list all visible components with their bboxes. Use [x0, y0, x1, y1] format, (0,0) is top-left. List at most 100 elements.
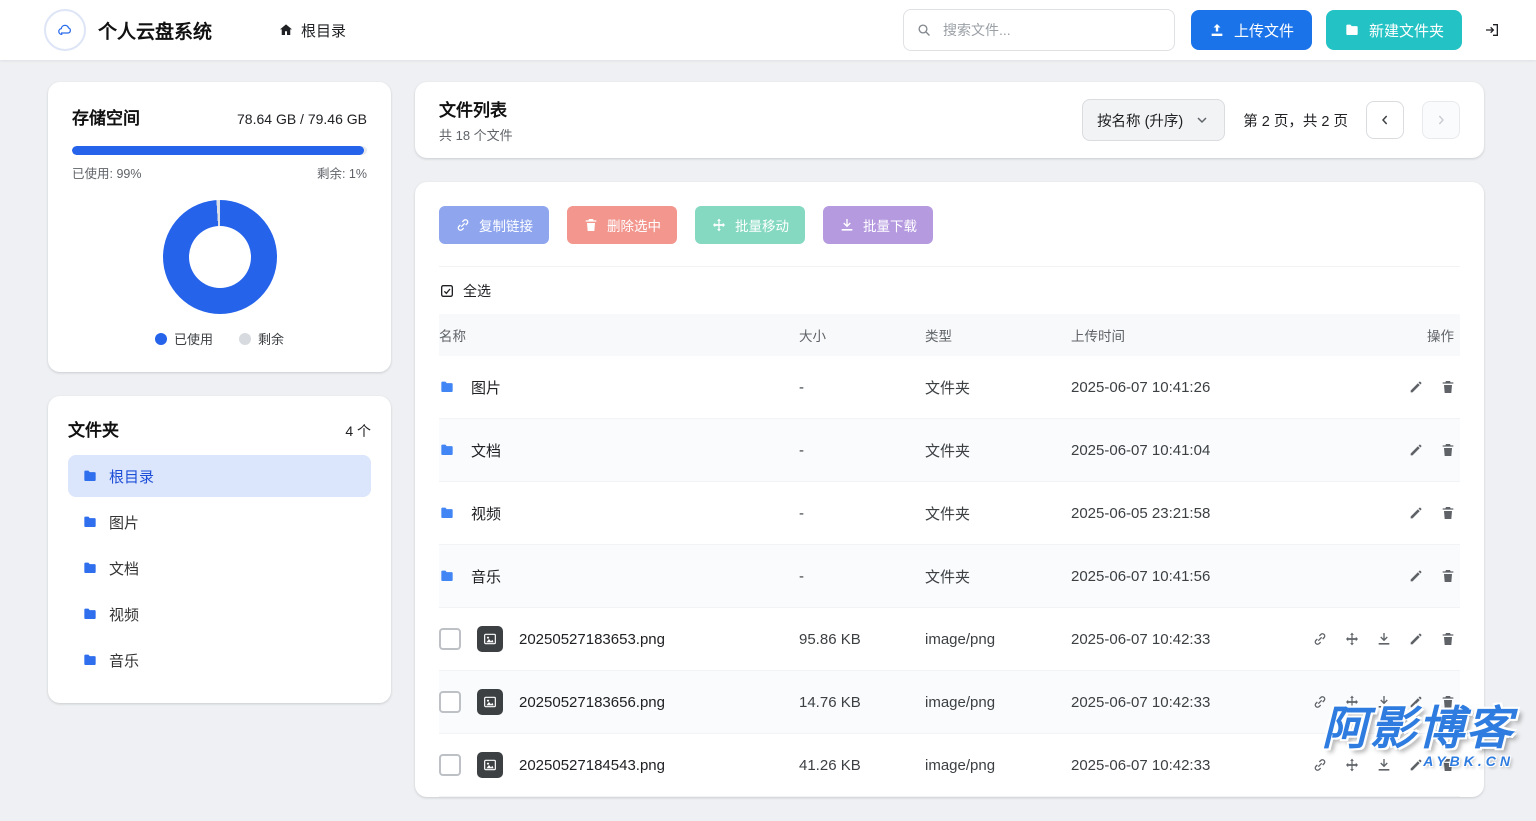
column-header-time: 上传时间	[1071, 325, 1290, 345]
row-checkbox[interactable]	[439, 628, 461, 650]
file-type: image/png	[925, 694, 1071, 711]
breadcrumb[interactable]: 根目录	[278, 20, 346, 41]
app-logo	[44, 9, 86, 51]
file-name[interactable]: 音乐	[471, 566, 501, 587]
upload-icon	[1209, 22, 1225, 38]
legend-free-dot	[239, 333, 251, 345]
delete-icon[interactable]	[1440, 631, 1456, 647]
storage-usage-text: 78.64 GB / 79.46 GB	[237, 111, 367, 127]
delete-icon[interactable]	[1440, 568, 1456, 584]
rename-icon[interactable]	[1408, 568, 1424, 584]
file-name[interactable]: 图片	[471, 377, 501, 398]
file-size: -	[799, 379, 925, 396]
file-name[interactable]: 20250527183653.png	[519, 631, 665, 648]
copy-link-label: 复制链接	[479, 215, 533, 235]
prev-page-button[interactable]	[1366, 101, 1404, 139]
table-header-row: 名称 大小 类型 上传时间 操作	[439, 314, 1460, 356]
storage-progress-bar	[72, 146, 367, 155]
delete-icon[interactable]	[1440, 442, 1456, 458]
rename-icon[interactable]	[1408, 442, 1424, 458]
legend-used-label: 已使用	[174, 329, 213, 348]
file-size: -	[799, 442, 925, 459]
file-name[interactable]: 20250527183656.png	[519, 694, 665, 711]
sort-label: 按名称 (升序)	[1097, 110, 1183, 131]
breadcrumb-root-label: 根目录	[301, 20, 346, 41]
next-page-button[interactable]	[1422, 101, 1460, 139]
storage-donut-chart	[163, 200, 277, 314]
folders-title: 文件夹	[68, 416, 119, 441]
table-row[interactable]: 文档 - 文件夹 2025-06-07 10:41:04	[439, 419, 1460, 482]
sidebar-item-music[interactable]: 音乐	[68, 639, 371, 681]
storage-progress-fill	[72, 146, 364, 155]
copy-link-icon[interactable]	[1312, 631, 1328, 647]
download-icon[interactable]	[1376, 694, 1392, 710]
delete-icon[interactable]	[1440, 505, 1456, 521]
column-header-size: 大小	[799, 325, 925, 345]
search-input[interactable]	[941, 21, 1162, 39]
folder-icon	[82, 606, 98, 622]
sidebar-item-documents[interactable]: 文档	[68, 547, 371, 589]
folder-list: 根目录 图片 文档 视频 音乐	[68, 455, 371, 681]
table-row[interactable]: 20250527183653.png 95.86 KB image/png 20…	[439, 608, 1460, 671]
delete-icon[interactable]	[1440, 379, 1456, 395]
delete-icon[interactable]	[1440, 694, 1456, 710]
sidebar-item-videos[interactable]: 视频	[68, 593, 371, 635]
file-name[interactable]: 文档	[471, 440, 501, 461]
file-type: 文件夹	[925, 503, 1071, 524]
file-type: 文件夹	[925, 566, 1071, 587]
folder-icon	[439, 379, 455, 395]
rename-icon[interactable]	[1408, 631, 1424, 647]
select-all-label: 全选	[463, 281, 491, 301]
file-time: 2025-06-05 23:21:58	[1071, 505, 1290, 522]
batch-download-button[interactable]: 批量下载	[823, 206, 933, 244]
select-all-toggle[interactable]: 全选	[439, 266, 1460, 314]
copy-link-icon[interactable]	[1312, 694, 1328, 710]
storage-free-label: 剩余: 1%	[317, 163, 367, 182]
folders-panel: 文件夹 4 个 根目录 图片 文档 视频	[48, 396, 391, 703]
sidebar-item-label: 根目录	[109, 466, 154, 487]
table-row[interactable]: 图片 - 文件夹 2025-06-07 10:41:26	[439, 356, 1460, 419]
column-header-type: 类型	[925, 325, 1071, 345]
new-folder-button[interactable]: 新建文件夹	[1326, 10, 1462, 50]
search-icon	[916, 22, 932, 38]
cloud-icon	[57, 22, 73, 38]
move-icon[interactable]	[1344, 694, 1360, 710]
bulk-actions-bar: 复制链接 删除选中 批量移动 批量下载	[439, 206, 1460, 266]
sidebar-item-root[interactable]: 根目录	[68, 455, 371, 497]
rename-icon[interactable]	[1408, 505, 1424, 521]
storage-title: 存储空间	[72, 104, 140, 129]
storage-legend: 已使用 剩余	[72, 329, 367, 348]
file-name[interactable]: 视频	[471, 503, 501, 524]
sort-select[interactable]: 按名称 (升序)	[1082, 99, 1225, 141]
download-icon[interactable]	[1376, 631, 1392, 647]
checked-checkbox-icon	[439, 283, 455, 299]
delete-selected-button[interactable]: 删除选中	[567, 206, 677, 244]
logout-button[interactable]	[1484, 22, 1500, 38]
top-bar: 个人云盘系统 根目录 上传文件 新建文件夹	[0, 0, 1536, 60]
link-icon	[455, 217, 471, 233]
file-time: 2025-06-07 10:41:04	[1071, 442, 1290, 459]
table-row[interactable]: 20250527184543.png 41.26 KB image/png 20…	[439, 734, 1460, 797]
download-icon	[839, 217, 855, 233]
sidebar-item-label: 音乐	[109, 650, 139, 671]
rename-icon[interactable]	[1408, 694, 1424, 710]
legend-used-dot	[155, 333, 167, 345]
row-checkbox[interactable]	[439, 691, 461, 713]
batch-move-button[interactable]: 批量移动	[695, 206, 805, 244]
upload-button-label: 上传文件	[1234, 20, 1294, 41]
table-row[interactable]: 音乐 - 文件夹 2025-06-07 10:41:56	[439, 545, 1460, 608]
sidebar-item-images[interactable]: 图片	[68, 501, 371, 543]
upload-file-button[interactable]: 上传文件	[1191, 10, 1312, 50]
folder-icon	[439, 505, 455, 521]
storage-used-label: 已使用: 99%	[72, 163, 141, 182]
file-size: -	[799, 568, 925, 585]
rename-icon[interactable]	[1408, 379, 1424, 395]
file-list-header: 文件列表 共 18 个文件 按名称 (升序) 第 2 页，共 2 页	[415, 82, 1484, 158]
file-list-count: 共 18 个文件	[439, 125, 513, 144]
table-row[interactable]: 20250527183656.png 14.76 KB image/png 20…	[439, 671, 1460, 734]
row-checkbox[interactable]	[439, 754, 461, 776]
copy-link-button[interactable]: 复制链接	[439, 206, 549, 244]
new-folder-button-label: 新建文件夹	[1369, 20, 1444, 41]
move-icon[interactable]	[1344, 631, 1360, 647]
table-row[interactable]: 视频 - 文件夹 2025-06-05 23:21:58	[439, 482, 1460, 545]
